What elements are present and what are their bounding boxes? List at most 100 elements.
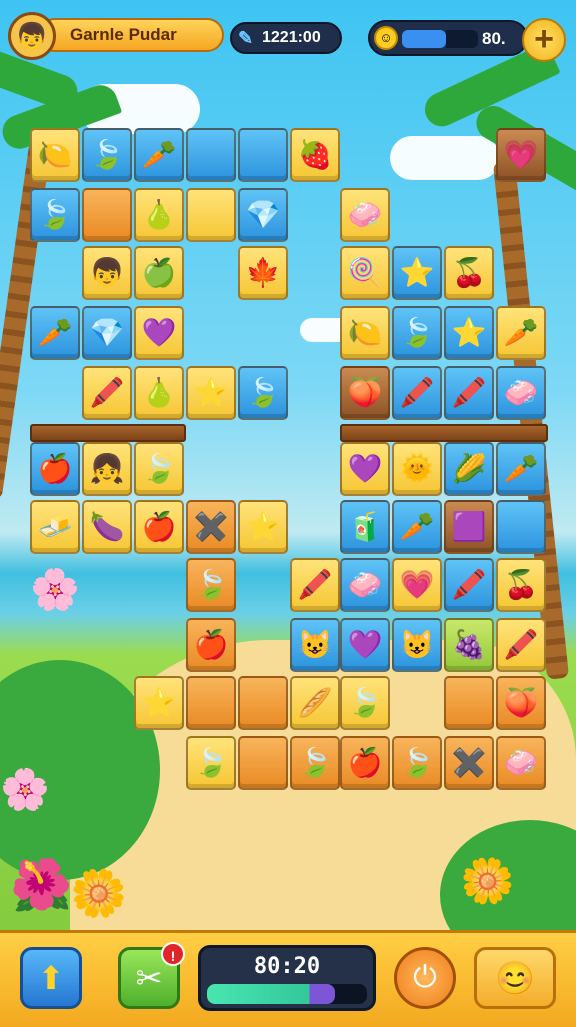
board-tile[interactable]: 💜 [340,442,390,496]
board-tile[interactable]: 🥕 [392,500,442,554]
energy-bar-fill [402,30,447,48]
board-tile[interactable]: 🧈 [30,500,80,554]
board-tile[interactable]: 🍃 [186,736,236,790]
board-tile[interactable]: 🍏 [134,246,184,300]
character-button[interactable]: 😊 [474,947,556,1009]
board-tile[interactable]: 👦 [82,246,132,300]
board-tile[interactable]: 🥕 [134,128,184,182]
board-tile[interactable]: 🧼 [340,558,390,612]
board-tile[interactable]: 🍃 [392,306,442,360]
board-tile[interactable]: ⭐ [186,366,236,420]
board-tile[interactable]: 🍃 [134,442,184,496]
board-tile[interactable]: ⭐ [134,676,184,730]
board-tile[interactable]: 🥖 [290,676,340,730]
board-tile[interactable]: 🍐 [134,188,184,242]
board-tile[interactable]: 🧃 [340,500,390,554]
board-tile[interactable]: 🍋 [30,128,80,182]
board-tile[interactable]: 🍃 [82,128,132,182]
flower-icon: 🌺 [10,857,73,913]
board-tile[interactable] [238,676,288,730]
board-tile[interactable]: 🖍️ [290,558,340,612]
board-tile[interactable]: 🖍️ [392,366,442,420]
flower-icon: 🌼 [70,867,128,919]
hint-badge: ! [161,942,185,966]
board-tile[interactable]: 🍑 [496,676,546,730]
board-tile[interactable] [444,676,494,730]
board-tile[interactable] [186,128,236,182]
board-tile[interactable] [186,676,236,730]
board-tile[interactable]: ⭐ [392,246,442,300]
board-tile[interactable] [238,128,288,182]
power-button[interactable]: ⏻ [394,947,456,1009]
player-profile[interactable]: 👦 Garnle Pudar [8,12,224,60]
board-tile[interactable]: 🍎 [340,736,390,790]
board-tile[interactable]: 🖍️ [444,366,494,420]
board-tile[interactable]: 💗 [392,558,442,612]
board-tile[interactable]: 🍎 [30,442,80,496]
board-tile[interactable]: 💗 [496,128,546,182]
board-tile[interactable]: 🍃 [238,366,288,420]
wooden-plank [340,424,548,442]
board-tile[interactable]: 🍃 [340,676,390,730]
board-tile[interactable]: 🍇 [444,618,494,672]
board-tile[interactable]: 🟪 [444,500,494,554]
board-tile[interactable]: 🧼 [340,188,390,242]
board-tile[interactable]: ✖️ [186,500,236,554]
board-tile[interactable]: 🖍️ [496,618,546,672]
board-tile[interactable]: 🍋 [340,306,390,360]
flower-icon: 🌸 [30,568,80,612]
flower-icon: 🌼 [460,857,515,906]
board-tile[interactable]: 🍭 [340,246,390,300]
timer-progress-fill [207,984,335,1004]
board-tile[interactable] [82,188,132,242]
board-tile[interactable]: 🌽 [444,442,494,496]
board-tile[interactable]: 💎 [238,188,288,242]
board-tile[interactable]: 💜 [134,306,184,360]
board-tile[interactable]: 🥕 [30,306,80,360]
board-tile[interactable]: 🍒 [496,558,546,612]
board-tile[interactable] [496,500,546,554]
board-tile[interactable]: 🥕 [496,306,546,360]
board-tile[interactable]: 🍃 [392,736,442,790]
board-tile[interactable]: 😺 [392,618,442,672]
board-tile[interactable]: 😺 [290,618,340,672]
board-tile[interactable]: 🍑 [340,366,390,420]
board-tile[interactable]: 🍒 [444,246,494,300]
board-tile[interactable]: 🥕 [496,442,546,496]
board-tile[interactable]: ⭐ [238,500,288,554]
arrow-up-button[interactable]: ⬆ [20,947,82,1009]
board-tile[interactable]: 🍁 [238,246,288,300]
timer-progress-track [207,984,367,1004]
board-tile[interactable]: 🍎 [186,618,236,672]
board-tile[interactable]: 🧼 [496,736,546,790]
board-tile[interactable]: 💎 [82,306,132,360]
board-tile[interactable]: 🍃 [30,188,80,242]
board-tile[interactable]: 🍆 [82,500,132,554]
board-tile[interactable]: 💜 [340,618,390,672]
board-tile[interactable]: 🧼 [496,366,546,420]
board-tile[interactable]: 🖍️ [82,366,132,420]
feather-icon: ✎ [238,27,254,48]
character-icon: 😊 [495,960,535,996]
plus-icon[interactable]: + [522,18,566,62]
hint-button[interactable]: ✂ ! [118,942,185,1009]
board-tile[interactable]: 🍎 [134,500,184,554]
board-tile[interactable]: ✖️ [444,736,494,790]
board-tile[interactable]: ⭐ [444,306,494,360]
timer-panel: 80:20 [198,945,376,1011]
shuffle-icon: ✂ [135,960,163,996]
board-tile[interactable]: 🍃 [186,558,236,612]
score-value: 1221:00 [262,29,321,46]
board-tile[interactable] [238,736,288,790]
board-tile[interactable]: 🖍️ [444,558,494,612]
energy-meter: ☺ 80. [368,20,528,56]
energy-bar-track [446,30,478,48]
board-tile[interactable]: 👧 [82,442,132,496]
board-tile[interactable]: 🌞 [392,442,442,496]
board-tile[interactable]: 🍐 [134,366,184,420]
board-tile[interactable]: 🍃 [290,736,340,790]
player-avatar[interactable]: 👦 [8,12,56,60]
cloud [390,136,500,180]
board-tile[interactable] [186,188,236,242]
board-tile[interactable]: 🍓 [290,128,340,182]
